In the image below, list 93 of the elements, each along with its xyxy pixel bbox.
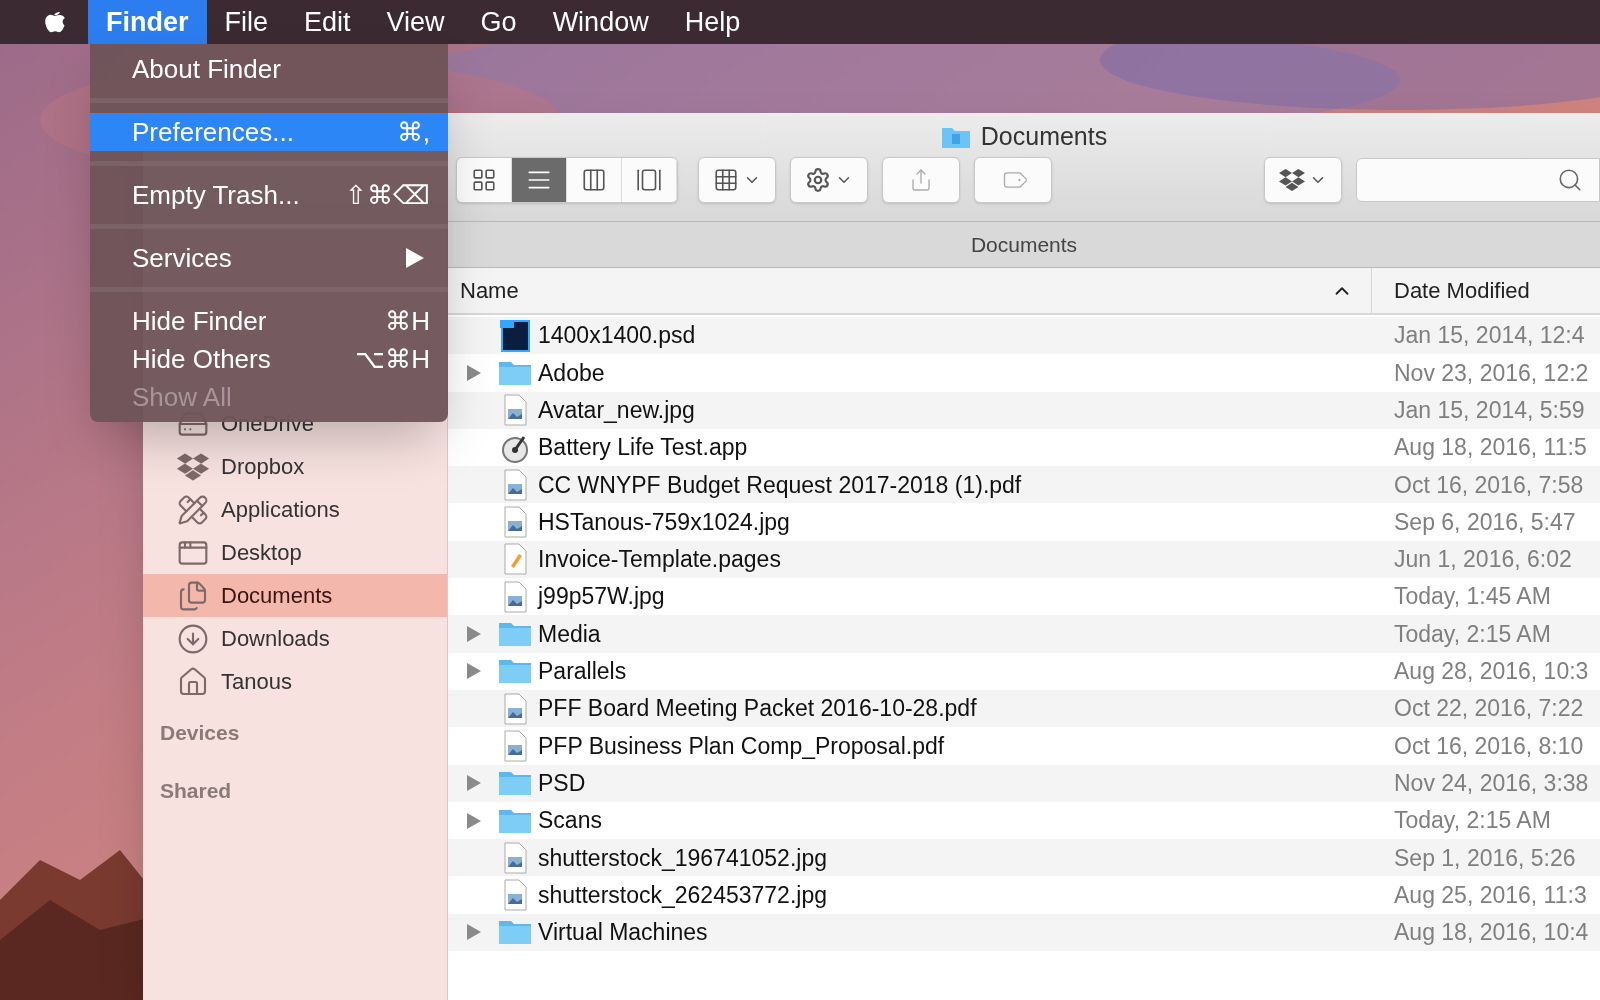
date-modified: Aug 28, 2016, 10:3 (1393, 657, 1589, 687)
menu-item-label: Empty Trash... (132, 178, 300, 212)
gallery-icon (636, 167, 662, 193)
shortcut-label: ⌘, (396, 115, 431, 149)
list-view-button[interactable] (512, 158, 567, 202)
menu-item-label: Services (132, 241, 232, 275)
menu-bar-item[interactable]: Go (462, 0, 535, 44)
path-bar: Documents (448, 222, 1600, 268)
menu-bar-item[interactable]: File (206, 0, 287, 44)
file-name: shutterstock_262453772.jpg (538, 880, 827, 910)
psd-file-icon (498, 318, 532, 353)
file-name: Scans (538, 806, 602, 836)
menu-item-label: Hide Finder (132, 304, 267, 338)
file-name: Avatar_new.jpg (538, 396, 695, 425)
menu-bar-item[interactable]: Window (534, 0, 667, 44)
submenu-arrow-icon (406, 248, 424, 268)
file-name: Parallels (538, 657, 627, 687)
download-icon (177, 622, 209, 655)
date-modified: Oct 16, 2016, 8:10 (1393, 731, 1584, 761)
menu-item[interactable]: Preferences... ⌘, (90, 113, 448, 151)
dropbox-icon (1279, 167, 1305, 193)
sidebar-item[interactable]: Downloads (143, 617, 447, 660)
menu-item-label: About Finder (132, 52, 281, 86)
pencil-ruler-icon (177, 493, 209, 526)
file-name: shutterstock_196741052.jpg (538, 843, 827, 873)
disclosure-triangle-icon[interactable] (465, 364, 481, 381)
menu-item-label: Hide Others (132, 342, 271, 376)
menu-item-label: Show All (132, 380, 232, 414)
disclosure-triangle-icon[interactable] (465, 812, 481, 829)
file-name: 1400x1400.psd (538, 321, 696, 351)
disclosure-triangle-icon[interactable] (465, 626, 481, 642)
file-name: CC WNYPF Budget Request 2017-2018 (1).pdf (538, 470, 1022, 500)
menu-item[interactable]: Services (90, 239, 448, 277)
sidebar-item[interactable]: Tanous (143, 660, 447, 703)
date-modified: Jan 15, 2014, 12:4 (1393, 321, 1585, 351)
column-header[interactable]: Date Modified (1372, 268, 1600, 313)
date-modified: Sep 6, 2016, 5:47 (1393, 507, 1576, 537)
menu-item[interactable]: Hide Others ⌥⌘H (90, 340, 448, 378)
settings-icon (805, 167, 831, 193)
house-icon (177, 665, 209, 698)
sidebar-section-header: Shared (159, 777, 233, 804)
menu-item[interactable]: Hide Finder ⌘H (90, 302, 448, 340)
file-name: j99p57W.jpg (538, 582, 665, 612)
date-modified: Aug 25, 2016, 11:3 (1393, 880, 1587, 910)
date-modified: Oct 22, 2016, 7:22 (1393, 694, 1584, 724)
window-title: Documents (980, 121, 1108, 153)
shortcut-label: ⇧⌘⌫ (345, 178, 431, 212)
file-name: Media (538, 619, 601, 649)
file-name: PSD (538, 768, 586, 798)
grid-icon (471, 167, 497, 193)
disclosure-triangle-icon[interactable] (465, 663, 481, 680)
sidebar-section-header: Devices (159, 720, 241, 746)
shortcut-label: ⌥⌘H (355, 342, 431, 376)
menu-item[interactable]: Empty Trash... ⇧⌘⌫ (90, 176, 448, 214)
file-name: PFP Business Plan Comp_Proposal.pdf (538, 731, 945, 761)
date-modified: Aug 18, 2016, 11:5 (1393, 433, 1587, 463)
menu-bar-item[interactable]: View (368, 0, 463, 44)
disclosure-triangle-icon[interactable] (465, 924, 481, 941)
date-modified: Nov 24, 2016, 3:38 (1393, 768, 1589, 798)
file-name: Adobe (538, 358, 605, 388)
search-icon (1557, 167, 1583, 193)
folder-icon (940, 125, 971, 149)
share-icon (909, 168, 933, 192)
sidebar-item[interactable]: Dropbox (143, 445, 447, 488)
file-name: Virtual Machines (538, 918, 708, 948)
date-modified: Today, 2:15 AM (1393, 619, 1551, 649)
dropbox-icon (177, 450, 209, 483)
date-modified: Today, 1:45 AM (1393, 582, 1551, 612)
file-name: Invoice-Template.pages (538, 545, 781, 575)
date-modified: Aug 18, 2016, 10:4 (1393, 918, 1589, 948)
sidebar-item[interactable]: Documents (143, 574, 447, 617)
date-modified: Nov 23, 2016, 12:2 (1393, 358, 1589, 388)
file-name: Battery Life Test.app (538, 433, 748, 463)
menu-item[interactable]: About Finder (90, 50, 448, 88)
documents-icon (177, 579, 209, 612)
shortcut-label: ⌘H (385, 304, 431, 338)
date-modified: Sep 1, 2016, 5:26 (1393, 843, 1576, 873)
menu-bar-item[interactable]: Edit (286, 0, 369, 44)
menu-bar-item[interactable]: Help (666, 0, 759, 44)
menu-bar-item[interactable]: Finder (88, 0, 207, 44)
date-modified: Oct 16, 2016, 7:58 (1393, 470, 1584, 500)
grid-icon (713, 167, 739, 193)
search-field[interactable] (1356, 158, 1600, 202)
sidebar-item[interactable]: Desktop (143, 531, 447, 574)
file-name: HSTanous-759x1024.jpg (538, 507, 790, 537)
date-modified: Jun 1, 2016, 6:02 (1393, 545, 1572, 575)
file-name: PFF Board Meeting Packet 2016-10-28.pdf (538, 694, 977, 724)
date-modified: Jan 15, 2014, 5:59 (1393, 396, 1585, 425)
menu-item-label: Preferences... (132, 115, 294, 149)
columns-icon (581, 167, 607, 193)
sidebar-item[interactable]: Applications (143, 488, 447, 531)
date-modified: Today, 2:15 AM (1393, 806, 1551, 836)
disclosure-triangle-icon[interactable] (465, 775, 481, 792)
